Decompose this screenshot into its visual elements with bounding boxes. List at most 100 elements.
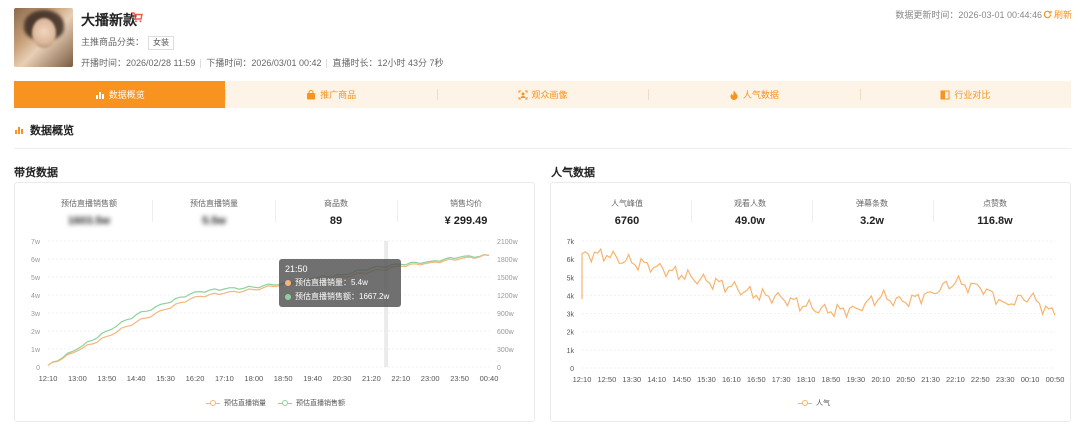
bar-chart-icon <box>95 91 104 99</box>
cart-icon[interactable] <box>131 11 143 23</box>
y-tick: 1k <box>567 348 575 355</box>
x-tick: 21:30 <box>921 375 940 384</box>
section-title-text: 数据概览 <box>30 125 74 137</box>
popularity-title: 人气数据 <box>551 167 595 179</box>
x-tick: 13:00 <box>68 374 87 383</box>
x-tick: 16:10 <box>722 375 741 384</box>
tab-label: 数据概览 <box>108 90 145 100</box>
live-cover-image <box>14 8 73 67</box>
compare-icon <box>940 90 950 99</box>
x-tick: 22:10 <box>946 375 965 384</box>
y-right-tick: 2100w <box>497 239 519 246</box>
update-time: 数据更新时间：2026-03-01 00:44:46 <box>895 10 1042 20</box>
y-right-tick: 900w <box>497 311 515 318</box>
x-tick: 16:20 <box>186 374 205 383</box>
duration: 直播时长：12小时 43分 7秒 <box>332 58 444 68</box>
y-tick: 2k <box>567 330 575 337</box>
y-right-tick: 1200w <box>497 293 519 300</box>
sales-legend[interactable]: 预估直播销量 预估直播销售额 <box>206 398 345 408</box>
y-left-tick: 2w <box>31 329 41 336</box>
x-tick: 23:00 <box>421 374 440 383</box>
page-title: 大播新款 <box>81 12 137 28</box>
kpi-viewers: 观看人数 49.0w <box>734 199 766 227</box>
x-tick: 17:30 <box>772 375 791 384</box>
x-tick: 22:10 <box>391 374 410 383</box>
y-tick: 4k <box>567 293 575 300</box>
y-right-tick: 600w <box>497 329 515 336</box>
x-tick: 00:40 <box>480 374 499 383</box>
kpi-volume: 预估直播销量 5.5w <box>190 199 238 227</box>
flame-icon <box>730 90 738 100</box>
x-tick: 12:50 <box>598 375 617 384</box>
y-tick: 6k <box>567 257 575 264</box>
y-left-tick: 6w <box>31 257 41 264</box>
x-tick: 22:50 <box>971 375 990 384</box>
tab-overview[interactable]: 数据概览 <box>14 81 226 108</box>
x-tick: 16:50 <box>747 375 766 384</box>
refresh-button[interactable]: 刷新 <box>1043 8 1072 21</box>
sales-title: 带货数据 <box>14 167 58 179</box>
tab-label: 观众画像 <box>531 90 568 100</box>
y-right-tick: 0 <box>497 365 501 372</box>
y-left-tick: 1w <box>31 347 41 354</box>
kpi-peak: 人气峰值 6760 <box>611 199 643 227</box>
refresh-icon <box>1043 10 1052 19</box>
tab-label: 人气数据 <box>742 90 779 100</box>
tab-industry[interactable]: 行业对比 <box>859 81 1071 108</box>
x-tick: 20:30 <box>333 374 352 383</box>
x-tick: 15:30 <box>697 375 716 384</box>
kpi-product-count: 商品数 89 <box>324 199 348 227</box>
chart-tooltip: 21:50 预估直播销量：5.4w 预估直播销售额：1667.2w <box>279 259 401 307</box>
x-tick: 18:50 <box>274 374 293 383</box>
x-tick: 23:50 <box>450 374 469 383</box>
bar-chart-icon <box>15 127 23 134</box>
y-right-tick: 300w <box>497 347 515 354</box>
shopping-bag-icon <box>307 89 316 99</box>
tab-label: 行业对比 <box>954 90 991 100</box>
audience-icon <box>518 90 527 99</box>
section-title: 数据概览 <box>14 122 74 138</box>
end-time: 下播时间：2026/03/01 00:42 <box>206 58 322 68</box>
kpi-average-price: 销售均价 ¥ 299.49 <box>444 199 488 227</box>
x-tick: 20:10 <box>871 375 890 384</box>
x-tick: 18:50 <box>822 375 841 384</box>
category-line: 主推商品分类： 女装 <box>81 35 175 50</box>
tab-label: 推广商品 <box>320 90 357 100</box>
y-tick: 0 <box>570 366 574 373</box>
y-right-tick: 1800w <box>497 257 519 264</box>
x-tick: 14:10 <box>647 375 666 384</box>
tab-audience[interactable]: 观众画像 <box>436 81 648 108</box>
tab-products[interactable]: 推广商品 <box>225 81 436 108</box>
refresh-label: 刷新 <box>1053 10 1072 20</box>
y-tick: 7k <box>567 239 575 246</box>
x-tick: 12:10 <box>39 374 58 383</box>
start-time: 开播时间：2026/02/28 11:59 <box>81 58 196 68</box>
live-time-line: 开播时间：2026/02/28 11:59 下播时间：2026/03/01 00:… <box>81 56 444 69</box>
x-tick: 00:10 <box>1021 375 1040 384</box>
popularity-legend[interactable]: 人气 <box>798 398 830 408</box>
y-left-tick: 0 <box>36 365 40 372</box>
popularity-line-chart[interactable]: 0 1k 2k 3k 4k 5k 6k 7k 12:10 12:50 13:30 14:10 14:50… <box>550 228 1071 388</box>
x-tick: 21:20 <box>362 374 381 383</box>
x-tick: 20:50 <box>896 375 915 384</box>
x-tick: 19:40 <box>303 374 322 383</box>
x-tick: 23:30 <box>996 375 1015 384</box>
y-left-tick: 3w <box>31 311 41 318</box>
x-tick: 13:30 <box>622 375 641 384</box>
category-tag: 女装 <box>148 36 175 50</box>
y-left-tick: 7w <box>31 239 41 246</box>
tab-bar: 数据概览 推广商品 观众画像 人气数据 行业对比 <box>14 81 1071 108</box>
y-left-tick: 5w <box>31 275 41 282</box>
y-tick: 5k <box>567 275 575 282</box>
x-tick: 18:00 <box>244 374 263 383</box>
kpi-revenue: 预估直播销售额 1603.5w <box>61 199 117 227</box>
x-tick: 19:30 <box>846 375 865 384</box>
category-label: 主推商品分类： <box>81 37 145 47</box>
sales-line-chart[interactable]: 0 0 1w 300w 2w 600w 3w 900w 4w 1200w 5w 1500w 6w 1800… <box>14 228 535 388</box>
tab-popularity[interactable]: 人气数据 <box>648 81 859 108</box>
x-tick: 12:10 <box>573 375 592 384</box>
x-tick: 00:50 <box>1046 375 1065 384</box>
x-tick: 13:50 <box>97 374 116 383</box>
kpi-likes: 点赞数 116.8w <box>977 199 1013 227</box>
y-right-tick: 1500w <box>497 275 519 282</box>
